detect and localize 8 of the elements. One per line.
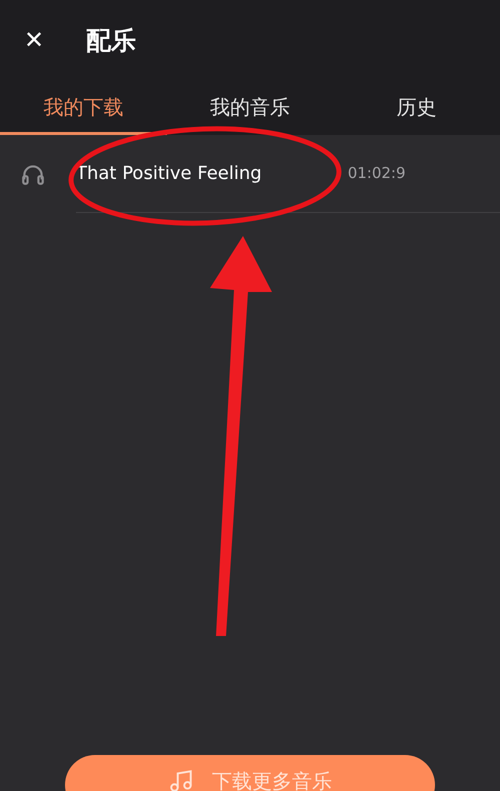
tab[interactable]: 我的音乐 <box>166 80 334 135</box>
track-duration: 01:02:9 <box>348 164 406 182</box>
page-title: 配乐 <box>86 24 136 56</box>
close-button[interactable]: ✕ <box>24 26 44 54</box>
tab[interactable]: 历史 <box>333 80 500 135</box>
tab[interactable]: 我的下载 <box>0 80 167 135</box>
track-title[interactable]: That Positive Feeling <box>76 162 262 184</box>
music-note-icon <box>168 768 194 791</box>
